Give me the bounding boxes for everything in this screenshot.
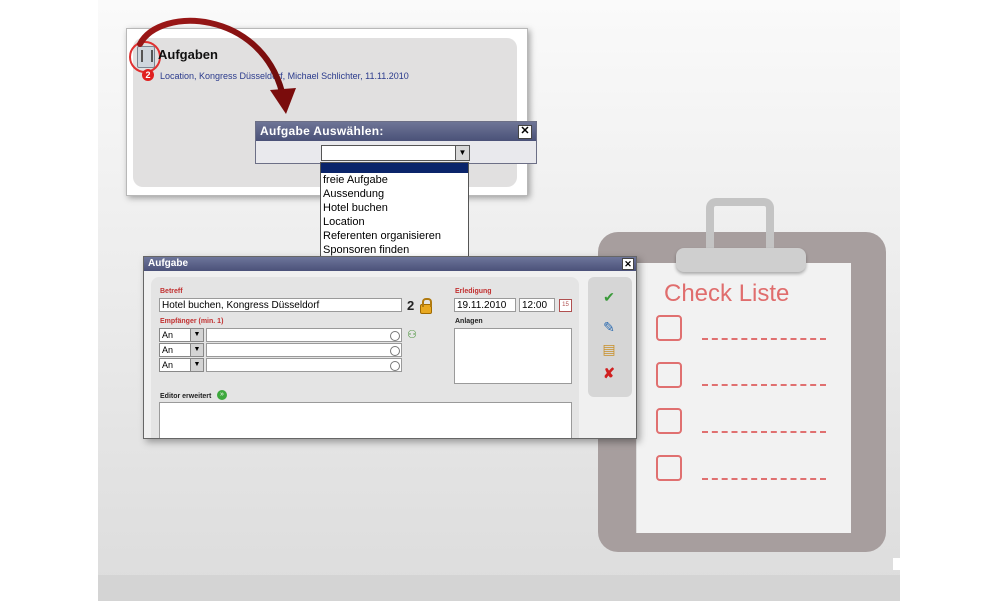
checklist-line (702, 384, 826, 386)
delete-x-icon[interactable]: ✘ (601, 365, 617, 381)
due-label: Erledigung (455, 288, 492, 295)
close-icon[interactable]: ✕ (518, 125, 532, 139)
contacts-icon[interactable]: ⚇ (404, 327, 420, 343)
recipient-type-value: An (162, 360, 174, 370)
task-type-select[interactable]: ▼ (321, 145, 470, 161)
chevron-down-icon[interactable]: ▼ (190, 329, 203, 341)
dialog-title: Aufgabe Auswählen: (256, 122, 536, 141)
attachments-label: Anlagen (455, 318, 483, 325)
recipient-type-value: An (162, 345, 174, 355)
checklist-line (702, 431, 826, 433)
checkbox-icon (656, 315, 682, 341)
recipient-input[interactable] (206, 358, 402, 372)
chevron-down-icon[interactable]: ▼ (455, 146, 469, 160)
task-entry-link[interactable]: Location, Kongress Düsseldorf, Michael S… (160, 71, 409, 81)
checklist-title: Check Liste (664, 280, 790, 307)
checklist-line (702, 338, 826, 340)
attachment-count: 2 (407, 298, 415, 313)
editor-label: Editor erweitert (160, 393, 212, 400)
highlight-ring (129, 41, 161, 73)
checkbox-icon (656, 455, 682, 481)
chevron-down-icon[interactable]: ▼ (190, 344, 203, 356)
lock-icon[interactable] (420, 298, 432, 314)
recipient-input[interactable] (206, 343, 402, 357)
window-title: Aufgabe (144, 257, 636, 271)
expand-editor-icon[interactable]: » (217, 390, 227, 400)
checkbox-icon (656, 362, 682, 388)
task-type-dropdown[interactable]: freie Aufgabe Aussendung Hotel buchen Lo… (320, 162, 469, 257)
dropdown-option[interactable]: Referenten organisieren (321, 229, 468, 243)
dropdown-option[interactable]: Location (321, 215, 468, 229)
attachments-box[interactable] (454, 328, 572, 384)
recipient-type-select[interactable]: An ▼ (159, 343, 204, 357)
clipboard-clip-ring (706, 198, 774, 252)
checkbox-icon (656, 408, 682, 434)
dropdown-option[interactable]: Sponsoren finden (321, 243, 468, 256)
background-notch (893, 558, 900, 570)
dropdown-option[interactable]: freie Aufgabe (321, 173, 468, 187)
select-task-dialog: Aufgabe Auswählen: ✕ ▼ (255, 121, 537, 164)
recipient-radio[interactable] (390, 361, 400, 371)
dropdown-option[interactable]: Aussendung (321, 187, 468, 201)
edit-icon[interactable]: ✎ (601, 319, 617, 335)
recipient-input[interactable] (206, 328, 402, 342)
save-check-icon[interactable]: ✔ (601, 289, 617, 305)
recipient-label: Empfänger (min. 1) (160, 318, 224, 325)
clipboard-clip (676, 248, 806, 272)
calendar-icon[interactable]: 15 (559, 299, 572, 312)
close-icon[interactable]: ✕ (622, 258, 634, 270)
subject-input[interactable]: Hotel buchen, Kongress Düsseldorf (159, 298, 402, 312)
recipient-type-select[interactable]: An ▼ (159, 358, 204, 372)
recipient-type-select[interactable]: An ▼ (159, 328, 204, 342)
tasks-title: Aufgaben (158, 47, 218, 62)
editor-area[interactable] (159, 402, 572, 438)
background-footer (98, 575, 900, 601)
recipient-radio[interactable] (390, 346, 400, 356)
dropdown-selected-empty[interactable] (321, 163, 468, 173)
checklist-line (702, 478, 826, 480)
recipient-type-value: An (162, 330, 174, 340)
task-window: Aufgabe ✕ Betreff Hotel buchen, Kongress… (143, 256, 637, 439)
subject-label: Betreff (160, 288, 183, 295)
due-date-input[interactable]: 19.11.2010 (454, 298, 516, 312)
chevron-down-icon[interactable]: ▼ (190, 359, 203, 371)
folder-icon[interactable]: ▤ (601, 341, 617, 357)
step-badge: 2 (142, 69, 154, 81)
recipient-radio[interactable] (390, 331, 400, 341)
due-time-input[interactable]: 12:00 (519, 298, 555, 312)
dropdown-option[interactable]: Hotel buchen (321, 201, 468, 215)
